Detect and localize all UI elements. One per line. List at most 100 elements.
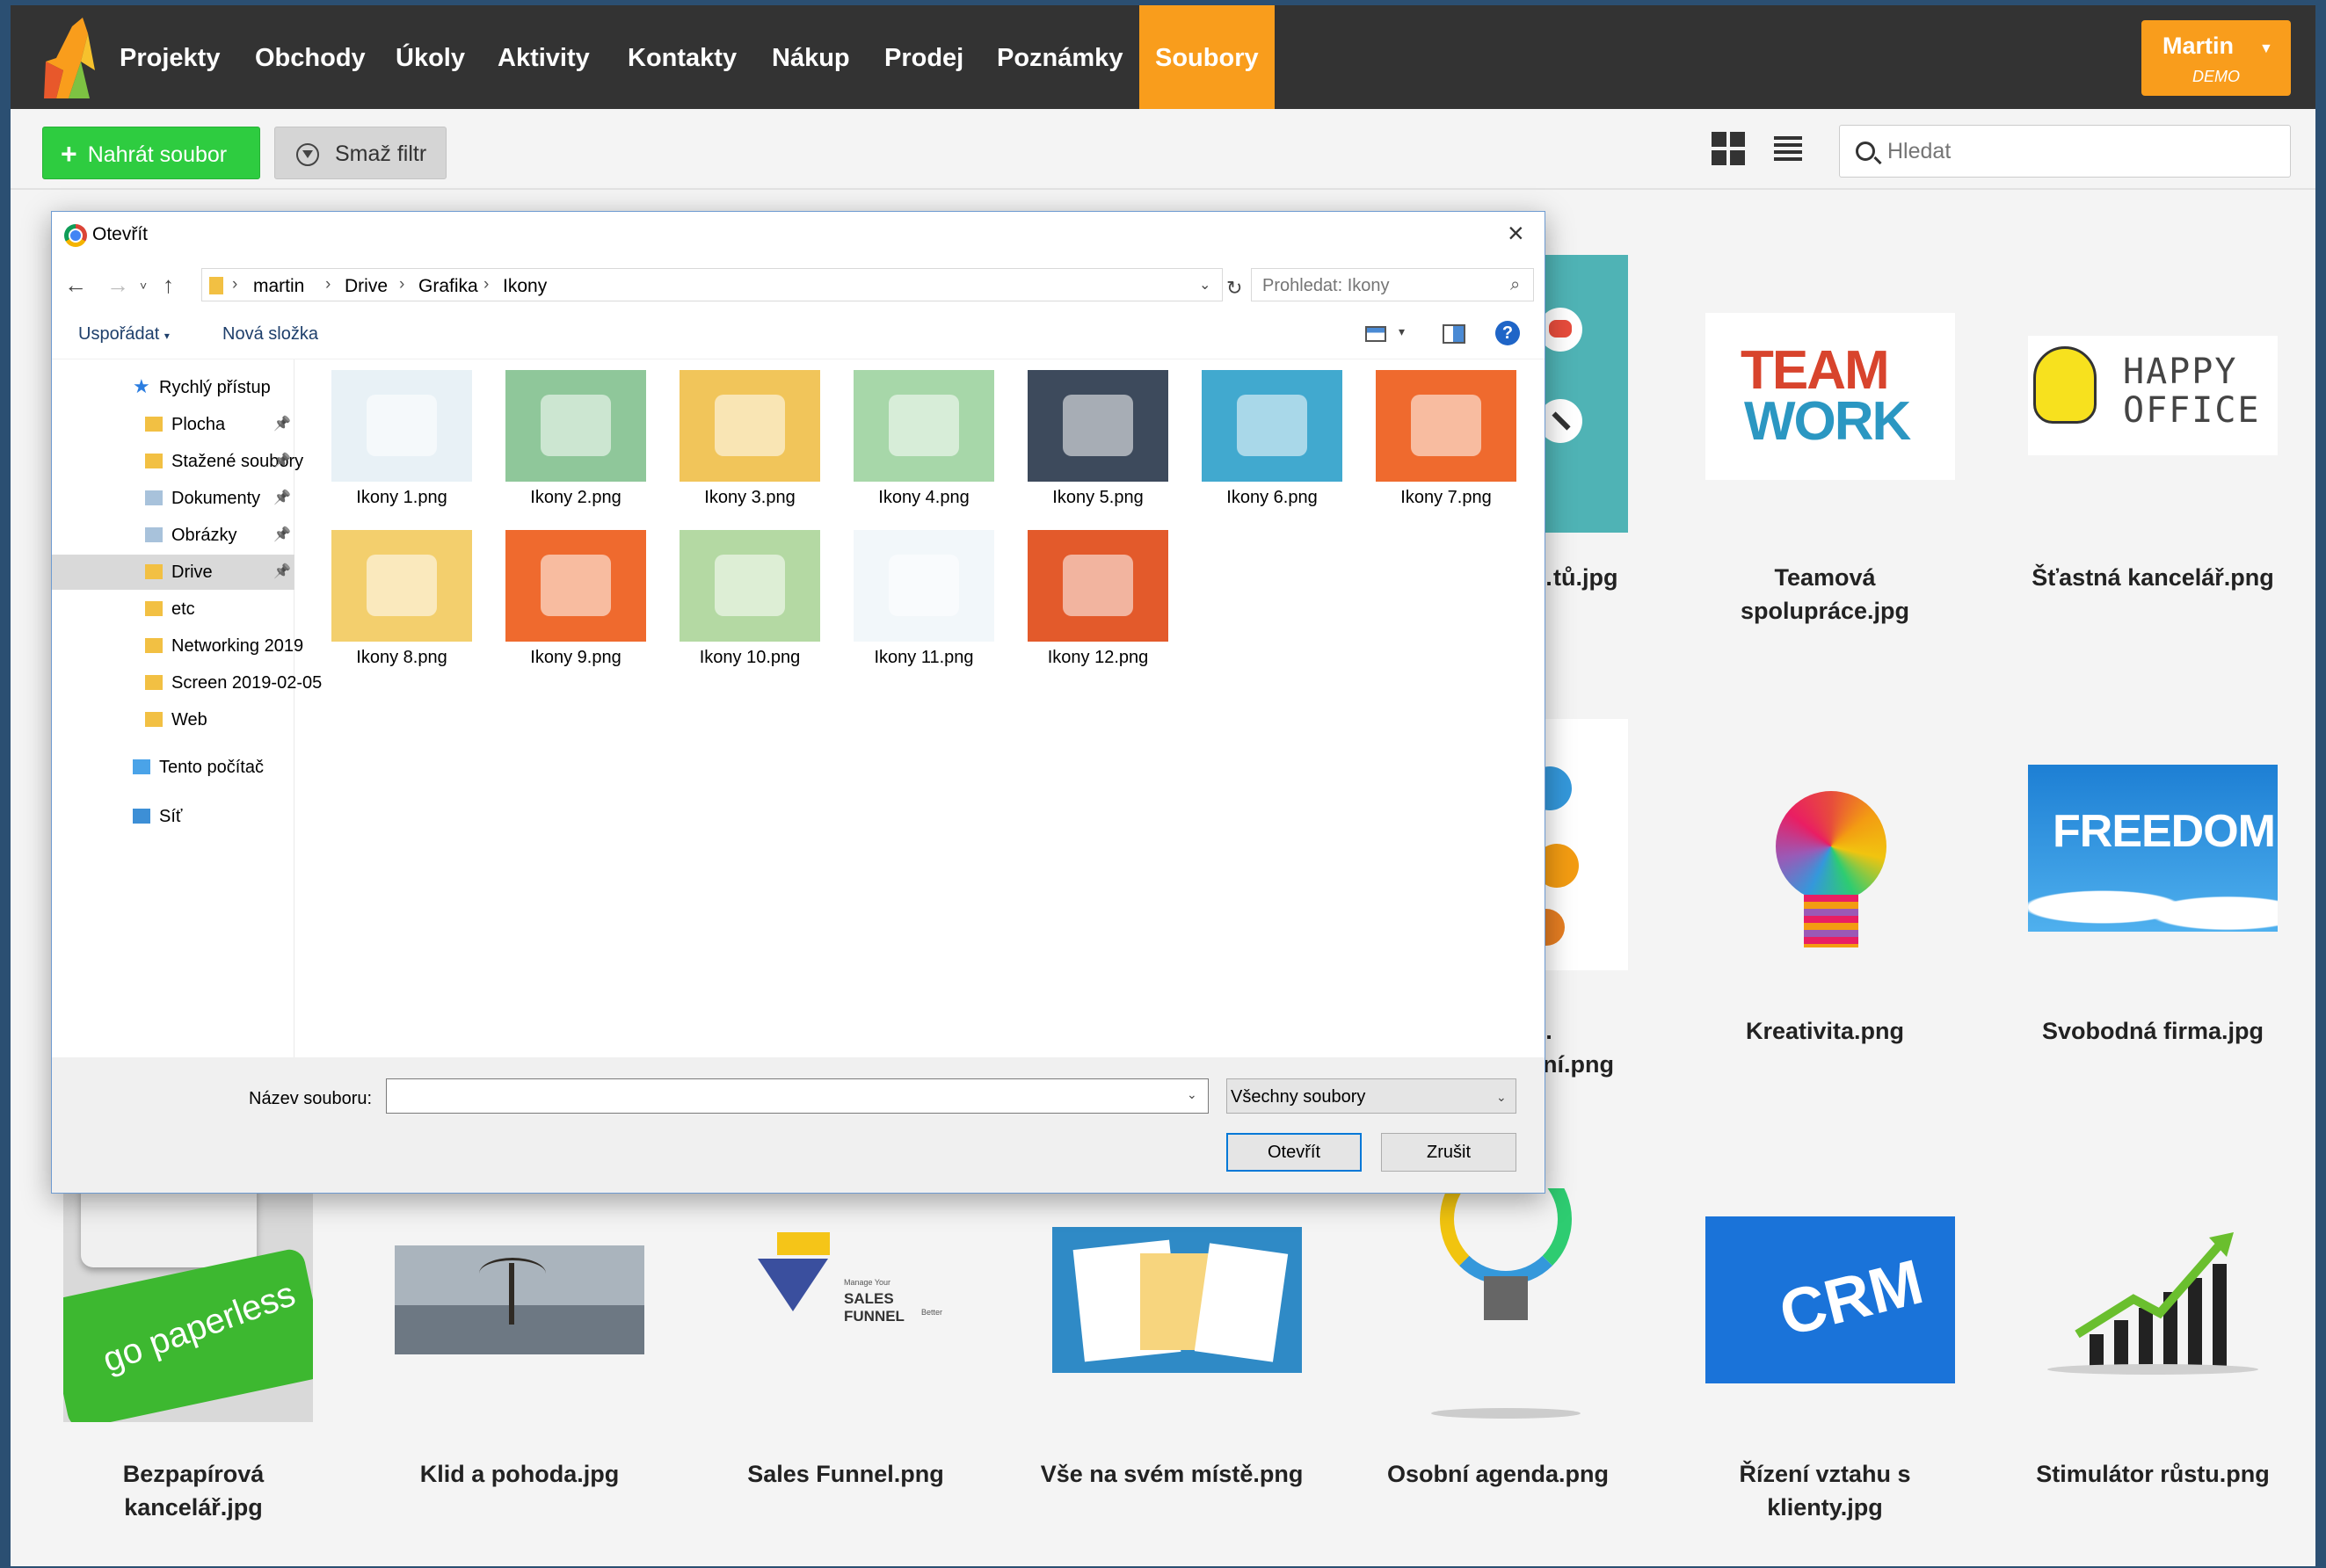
breadcrumb-separator: › [483,275,490,294]
file-card[interactable]: Klid a pohoda.jpg [388,1188,651,1540]
file-card[interactable]: Manage Your SALES FUNNEL Better Sales Fu… [714,1188,978,1540]
view-options-icon[interactable] [1365,326,1386,342]
breadcrumb-item[interactable]: Ikony [503,276,547,297]
upload-file-button[interactable]: + Nahrát soubor [42,127,260,179]
file-item[interactable]: Ikony 2.png [498,359,653,514]
file-card[interactable]: go paperless Bezpapírová kancelář.jpg [62,1188,325,1540]
back-arrow-icon[interactable]: ← [64,272,87,299]
chevron-down-icon[interactable]: ⌄ [1187,1087,1197,1102]
file-item[interactable]: Ikony 11.png [847,519,1001,674]
file-card[interactable]: Vše na svém místě.png [1040,1188,1304,1540]
file-item[interactable]: Ikony 5.png [1021,359,1175,514]
address-bar[interactable]: › martin › Drive › Grafika › Ikony ⌄ [201,268,1223,301]
filter-icon [296,143,319,166]
nav-pane-item[interactable]: Stažené soubory 📌 [52,444,303,479]
file-item[interactable]: Ikony 9.png [498,519,653,674]
nav-item-2[interactable]: Úkoly [396,5,465,109]
giraffe-logo-icon[interactable] [37,18,116,98]
list-view-toggle[interactable] [1774,134,1802,163]
nav-pane-item[interactable]: Plocha 📌 [52,407,294,442]
file-thumbnail [680,370,820,482]
file-card[interactable]: TEAM WORK Teamová spolupráce.jpg [1693,313,1957,647]
file-item[interactable]: Ikony 12.png [1021,519,1175,674]
nav-pane-item[interactable]: Tento počítač [52,750,294,785]
file-card[interactable]: CRM Řízení vztahu s klienty.jpg [1693,1188,1957,1540]
grid-view-toggle[interactable] [1712,132,1745,165]
chevron-down-icon: ⌄ [1496,1090,1507,1104]
breadcrumb-item[interactable]: martin [253,276,304,297]
file-item[interactable]: Ikony 3.png [672,359,827,514]
new-folder-button[interactable]: Nová složka [222,324,318,345]
nav-pane-item[interactable]: ★ Rychlý přístup [52,370,294,405]
file-card[interactable]: HAPPY OFFICE Šťastná kancelář.png [2021,313,2285,647]
file-item[interactable]: Ikony 1.png [324,359,479,514]
file-name: Ikony 10.png [699,648,801,667]
nav-item-8[interactable]: Soubory [1139,5,1275,109]
forward-arrow-icon[interactable]: → [106,272,129,299]
nav-item-6[interactable]: Prodej [884,5,963,109]
help-icon[interactable]: ? [1495,321,1520,345]
search-box[interactable] [1839,125,2291,178]
file-item[interactable]: Ikony 6.png [1195,359,1349,514]
chevron-down-icon[interactable]: ▾ [1399,324,1405,339]
open-button[interactable]: Otevřít [1226,1133,1362,1172]
nav-item-0[interactable]: Projekty [120,5,220,109]
nav-item-1[interactable]: Obchody [255,5,366,109]
nav-pane-item[interactable]: Drive 📌 [52,555,294,590]
filetype-select[interactable]: Všechny soubory ⌄ [1226,1078,1516,1114]
pin-icon[interactable]: 📌 [273,481,291,516]
nav-pane-item[interactable]: etc [52,592,294,627]
dialog-search-box[interactable]: ⌕ [1251,268,1534,301]
file-thumbnail: FREEDOM [2028,765,2278,932]
nav-item-4[interactable]: Kontakty [628,5,737,109]
file-card[interactable]: Osobní agenda.png [1366,1188,1630,1540]
file-thumbnail [505,530,646,642]
nav-item-5[interactable]: Nákup [772,5,850,109]
organize-menu[interactable]: Uspořádat ▾ [78,324,170,345]
folder-icon [209,277,223,294]
preview-pane-icon[interactable] [1443,324,1465,344]
breadcrumb-item[interactable]: Drive [345,276,388,297]
file-item[interactable]: Ikony 4.png [847,359,1001,514]
file-item[interactable]: Ikony 10.png [672,519,827,674]
file-caption: Klid a pohoda.jpg [419,1461,620,1487]
nav-pane-item[interactable]: Síť [52,799,294,834]
file-item[interactable]: Ikony 7.png [1369,359,1523,514]
folder-icon [145,675,163,690]
file-thumbnail [331,370,472,482]
user-menu-button[interactable]: Martin ▼ DEMO [2141,20,2291,96]
pin-icon[interactable]: 📌 [273,518,291,553]
close-icon[interactable]: × [1508,217,1524,250]
clear-filter-button[interactable]: Smaž filtr [274,127,447,179]
breadcrumb-item[interactable]: Grafika [418,276,478,297]
up-arrow-icon[interactable]: ↑ [163,272,174,299]
file-card[interactable]: Kreativita.png [1693,719,1957,1053]
nav-pane-item[interactable]: Dokumenty 📌 [52,481,294,516]
pin-icon[interactable]: 📌 [273,555,291,590]
illustration-icon [541,555,611,616]
nav-item-7[interactable]: Poznámky [997,5,1123,109]
nav-pane-item[interactable]: Obrázky 📌 [52,518,294,553]
folder-icon [145,417,163,432]
pin-icon[interactable]: 📌 [273,407,291,442]
chevron-down-icon[interactable]: ⌄ [1199,276,1210,294]
dialog-search-input[interactable] [1262,274,1500,297]
filename-input[interactable]: ⌄ [386,1078,1209,1114]
illustration-icon [367,395,437,456]
file-card[interactable]: Stimulátor růstu.png [2021,1188,2285,1540]
file-thumbnail [505,370,646,482]
cancel-button[interactable]: Zrušit [1381,1133,1516,1172]
nav-item-3[interactable]: Aktivity [498,5,590,109]
file-card[interactable]: FREEDOM Svobodná firma.jpg [2021,719,2285,1053]
pin-icon[interactable]: 📌 [273,444,291,479]
nav-pane-item[interactable]: Web [52,702,294,737]
address-row: ← → ˅ ↑ › martin › Drive › Grafika › Iko… [52,261,1545,310]
recent-chevron-icon[interactable]: ˅ [140,279,147,293]
nav-pane-item[interactable]: Screen 2019-02-05 [52,665,322,701]
refresh-icon[interactable]: ↻ [1226,277,1242,300]
file-item[interactable]: Ikony 8.png [324,519,479,674]
nav-pane-item[interactable]: Networking 2019 [52,628,303,664]
file-thumbnail: HAPPY OFFICE [2028,336,2278,455]
search-input[interactable] [1887,134,2274,168]
user-role: DEMO [2192,68,2240,85]
